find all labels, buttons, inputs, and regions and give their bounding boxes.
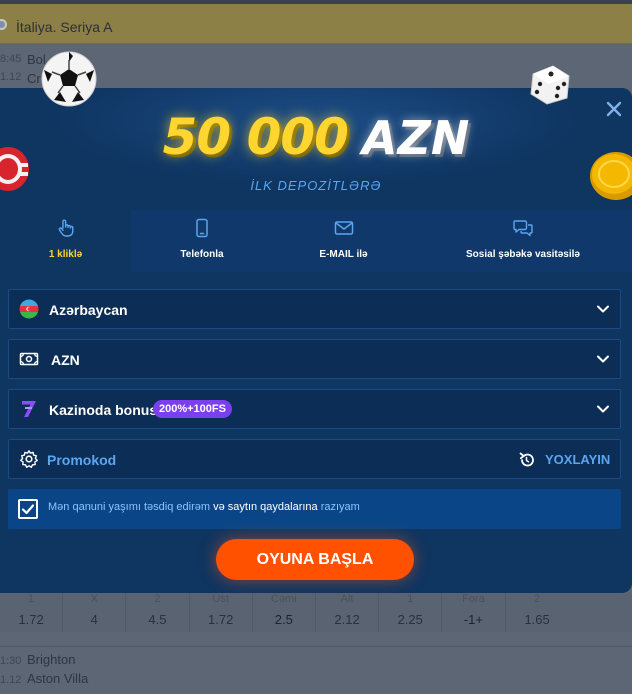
terms-text: Mən qanuni yaşımı təsdiq edirəm və saytı… bbox=[48, 501, 360, 513]
team-away: Cr bbox=[27, 71, 41, 86]
check-promo-button[interactable]: YOXLAYIN bbox=[518, 449, 610, 471]
casino-7-icon bbox=[22, 401, 36, 417]
odd-header: Alt bbox=[340, 593, 354, 605]
phone-icon bbox=[196, 218, 208, 238]
odd-value: 2.12 bbox=[334, 612, 360, 627]
tab-label: E-MAIL ilə bbox=[319, 249, 368, 260]
gear-icon bbox=[20, 450, 38, 468]
league-flag-icon bbox=[0, 19, 7, 30]
league-header[interactable]: İtaliya. Seriya A bbox=[0, 4, 632, 44]
terms-consent: Mən qanuni yaşımı təsdiq edirəm və saytı… bbox=[8, 489, 621, 529]
promo-field: YOXLAYIN bbox=[8, 439, 621, 479]
odd-header: X bbox=[90, 593, 98, 605]
bonus-select[interactable]: Kazinoda bonus 200%+100FS bbox=[8, 389, 621, 429]
team-home: Brighton bbox=[27, 652, 76, 667]
start-game-button[interactable]: OYUNA BAŞLA bbox=[216, 539, 414, 580]
banknote-icon bbox=[19, 352, 39, 366]
bonus-badge: 200%+100FS bbox=[153, 400, 232, 418]
check-promo-label: YOXLAYIN bbox=[545, 452, 611, 467]
dice-icon bbox=[530, 65, 570, 105]
registration-modal: 50 000 AZN İLK DEPOZİTLƏRƏ 1 kliklə Telef… bbox=[0, 88, 632, 593]
tab-label: Sosial şəbəkə vasitəsilə bbox=[466, 249, 580, 260]
odd-value: 1.72 bbox=[208, 612, 234, 627]
odd-header: Cəmi bbox=[271, 593, 297, 605]
odd-header: 1 bbox=[407, 593, 414, 605]
tab-one-click[interactable]: 1 kliklə bbox=[0, 210, 131, 272]
odd-header: Üst bbox=[212, 593, 229, 605]
odd-value: 1.65 bbox=[524, 612, 550, 627]
odd-value: 4 bbox=[90, 612, 98, 627]
row-divider bbox=[0, 632, 632, 646]
hand-pointer-icon bbox=[58, 219, 73, 237]
terms-checkbox[interactable] bbox=[18, 499, 38, 519]
odd-value: -1+ bbox=[463, 612, 483, 627]
chat-icon bbox=[513, 220, 533, 237]
promo-code-input[interactable] bbox=[47, 450, 347, 470]
odd-value: 4.5 bbox=[148, 612, 167, 627]
checkmark-icon bbox=[21, 504, 35, 515]
bonus-headline: 50 000 AZN bbox=[0, 108, 632, 166]
odd-header: 1 bbox=[28, 593, 35, 605]
odd-cell[interactable]: Alt 2.12 bbox=[316, 592, 380, 632]
tab-phone[interactable]: Telefonla bbox=[131, 210, 273, 272]
odd-cell[interactable]: Üst 1.72 bbox=[190, 592, 253, 632]
currency-value: AZN bbox=[51, 352, 80, 368]
age-confirm-link[interactable]: Mən qanuni yaşımı təsdiq edirəm bbox=[48, 501, 210, 513]
odd-header: 2 bbox=[534, 593, 541, 605]
country-value: Azərbaycan bbox=[49, 302, 128, 318]
match-time: 8:45 bbox=[0, 53, 22, 65]
odd-header: 2 bbox=[154, 593, 161, 605]
tab-label: Telefonla bbox=[180, 249, 224, 260]
site-rules-text: saytın qaydalarına bbox=[227, 501, 318, 513]
odd-cell[interactable]: X4 bbox=[63, 592, 127, 632]
odds-row: 1 1.72 X4 2 4.5 Üst 1.72 Cəmi 2.5 Alt 2.12 12… bbox=[0, 592, 632, 632]
mail-icon bbox=[334, 221, 353, 235]
match-row[interactable]: 1:30 1.12 Brighton Aston Villa bbox=[0, 646, 632, 694]
odd-cell[interactable]: 1 2.25 bbox=[379, 592, 443, 632]
bonus-subheading: İLK DEPOZİTLƏRƏ bbox=[250, 178, 382, 193]
bonus-label: Kazinoda bonus bbox=[49, 402, 158, 418]
odd-value: 2.25 bbox=[397, 612, 423, 627]
odd-header: Fora bbox=[462, 593, 485, 605]
bonus-currency: AZN bbox=[361, 111, 470, 165]
azerbaijan-flag-icon bbox=[19, 299, 39, 319]
tab-social[interactable]: Sosial şəbəkə vasitəsilə bbox=[414, 210, 632, 272]
bonus-amount: 50 000 bbox=[162, 108, 349, 166]
odd-cell[interactable]: 1 1.72 bbox=[0, 592, 64, 632]
gold-coin-icon bbox=[590, 152, 632, 200]
league-name: İtaliya. Seriya A bbox=[16, 19, 113, 35]
chevron-down-icon bbox=[597, 305, 609, 313]
odd-cell[interactable]: 2 1.65 bbox=[506, 592, 569, 632]
terms-conjunction: və bbox=[210, 501, 228, 513]
odd-cell[interactable]: Fora -1+ bbox=[442, 592, 506, 632]
team-away: Aston Villa bbox=[27, 671, 89, 686]
odd-cell[interactable]: 2 4.5 bbox=[126, 592, 190, 632]
country-select[interactable]: Azərbaycan bbox=[8, 289, 621, 329]
odd-value: 2.5 bbox=[274, 612, 293, 627]
match-time: 1:30 bbox=[0, 655, 22, 667]
chevron-down-icon bbox=[597, 355, 609, 363]
odd-value: 1.72 bbox=[18, 612, 44, 627]
tab-email[interactable]: E-MAIL ilə bbox=[273, 210, 414, 272]
tab-label: 1 kliklə bbox=[48, 249, 83, 260]
soccer-ball-icon bbox=[41, 51, 97, 107]
chevron-down-icon bbox=[597, 405, 609, 413]
match-date: 1.12 bbox=[0, 71, 22, 83]
start-game-label: OYUNA BAŞLA bbox=[256, 551, 374, 568]
registration-tabs: 1 kliklə Telefonla E-MAIL ilə Sosial şəb… bbox=[0, 210, 632, 272]
match-date: 1.12 bbox=[0, 674, 22, 686]
currency-select[interactable]: AZN bbox=[8, 339, 621, 379]
odd-cell[interactable]: Cəmi 2.5 bbox=[253, 592, 316, 632]
refresh-icon bbox=[519, 452, 534, 467]
agree-text: razıyam bbox=[317, 501, 360, 513]
casino-chip-icon bbox=[0, 147, 29, 191]
